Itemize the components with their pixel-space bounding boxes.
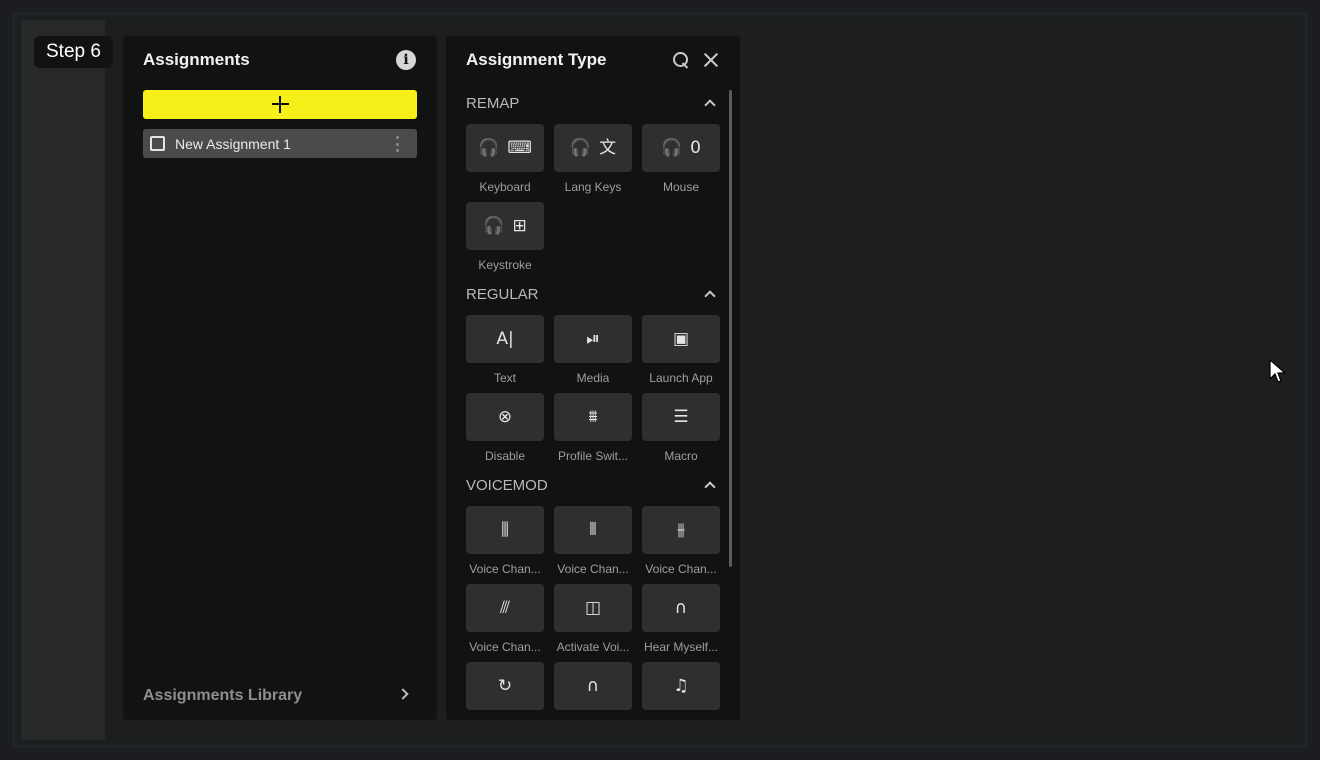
- tile-voice-change-off[interactable]: ⫻: [466, 584, 544, 632]
- tile-label: Keystroke: [478, 258, 532, 272]
- assignment-item[interactable]: New Assignment 1: [143, 129, 417, 158]
- tile-label: Voice Chan...: [469, 562, 541, 576]
- play-pause-icon: ⏯: [586, 328, 600, 349]
- voice-activate-icon: ◫: [584, 597, 602, 618]
- tile-lang-keys[interactable]: 🎧 文: [554, 124, 632, 172]
- tile-headphones-x[interactable]: ∩: [554, 662, 632, 710]
- tile-media[interactable]: ⏯: [554, 315, 632, 363]
- assignment-type-title: Assignment Type: [466, 50, 607, 69]
- plus-icon: [271, 96, 289, 113]
- tile-headphones-refresh[interactable]: ↻: [466, 662, 544, 710]
- section-title: REMAP: [466, 95, 520, 112]
- section-title: VOICEMOD: [466, 477, 548, 494]
- info-icon[interactable]: i: [396, 50, 416, 70]
- tile-label: Media: [576, 371, 610, 385]
- scrollbar[interactable]: [729, 90, 732, 567]
- profile-stack-icon: ⩩: [588, 406, 598, 427]
- tile-text[interactable]: A|: [466, 315, 544, 363]
- headphones-x-icon: ∩: [586, 675, 600, 696]
- tile-keystroke[interactable]: 🎧 ⊞: [466, 202, 544, 250]
- close-icon[interactable]: [702, 51, 720, 69]
- tile-label: Voice Chan...: [469, 640, 541, 654]
- tile-disable[interactable]: ⊗: [466, 393, 544, 441]
- tile-voice-change[interactable]: ⦀: [554, 506, 632, 554]
- tile-label: Voice Chan...: [645, 562, 717, 576]
- list-icon: ☰: [673, 406, 689, 427]
- section-title: REGULAR: [466, 286, 539, 303]
- text-cursor-icon: A|: [496, 328, 514, 349]
- tile-label: Text: [493, 371, 516, 385]
- tile-label: Launch App: [649, 371, 713, 385]
- headphones-icon: ∩: [674, 597, 688, 618]
- tile-label: Hear Myself...: [643, 640, 718, 654]
- assignment-type-panel: Assignment Type REMAP 🎧 ⌨ Keyboard 🎧 文 L…: [446, 36, 740, 720]
- translate-icon: 文: [599, 137, 617, 158]
- tile-music[interactable]: ♫: [642, 662, 720, 710]
- tile-launch-app[interactable]: ▣: [642, 315, 720, 363]
- chevron-right-icon: [397, 688, 409, 700]
- tile-hear-myself[interactable]: ∩: [642, 584, 720, 632]
- circle-x-icon: ⊗: [497, 406, 513, 427]
- headset-icon: 🎧: [478, 137, 500, 158]
- kebab-menu-icon[interactable]: [395, 136, 399, 152]
- step-badge: Step 6: [34, 36, 113, 68]
- headset-icon: 🎧: [661, 137, 683, 158]
- section-header-voicemod[interactable]: VOICEMOD: [466, 477, 720, 497]
- assignments-library-link[interactable]: Assignments Library: [143, 686, 417, 706]
- assignments-title: Assignments: [143, 50, 250, 69]
- app-window-icon: ▣: [672, 328, 690, 349]
- keystroke-icon: ⊞: [512, 215, 527, 236]
- search-icon[interactable]: [672, 51, 690, 69]
- left-sidebar-strip: [21, 20, 105, 740]
- headphones-refresh-icon: ↻: [497, 675, 513, 696]
- tile-voice-change-add[interactable]: ⫼: [466, 506, 544, 554]
- headset-icon: 🎧: [569, 137, 592, 158]
- chevron-up-icon: [704, 481, 716, 493]
- tile-label: Keyboard: [479, 180, 531, 194]
- tile-profile-switch[interactable]: ⩩: [554, 393, 632, 441]
- mouse-icon: 0: [690, 137, 701, 158]
- mouse-cursor-icon: [1269, 359, 1287, 383]
- voice-off-icon: ⫻: [499, 597, 511, 618]
- add-assignment-button[interactable]: [143, 90, 417, 119]
- tile-macro[interactable]: ☰: [642, 393, 720, 441]
- voice-bars-icon: ⦀: [589, 519, 597, 540]
- tile-label: Mouse: [662, 180, 700, 194]
- tile-label: Voice Chan...: [557, 562, 629, 576]
- headset-icon: 🎧: [483, 215, 505, 236]
- tile-label: Activate Voi...: [556, 640, 630, 654]
- assignment-checkbox[interactable]: [150, 136, 165, 151]
- assignments-library-label: Assignments Library: [143, 687, 303, 704]
- tile-mouse[interactable]: 🎧 0: [642, 124, 720, 172]
- section-header-remap[interactable]: REMAP: [466, 95, 720, 115]
- voice-add-icon: ⫼: [501, 519, 509, 540]
- tile-activate-voice[interactable]: ◫: [554, 584, 632, 632]
- tile-label: Profile Swit...: [557, 449, 629, 463]
- assignment-item-label: New Assignment 1: [175, 135, 291, 152]
- tile-label: Macro: [664, 449, 698, 463]
- section-header-regular[interactable]: REGULAR: [466, 286, 720, 306]
- tile-label: Lang Keys: [564, 180, 622, 194]
- chevron-up-icon: [704, 99, 716, 111]
- chevron-up-icon: [704, 290, 716, 302]
- tile-label: Disable: [484, 449, 526, 463]
- music-note-icon: ♫: [673, 675, 689, 696]
- voice-down-icon: ⫵: [677, 519, 685, 540]
- tile-keyboard[interactable]: 🎧 ⌨: [466, 124, 544, 172]
- assignments-panel: Assignments i New Assignment 1 Assignmen…: [123, 36, 437, 720]
- tile-voice-change-down[interactable]: ⫵: [642, 506, 720, 554]
- keyboard-icon: ⌨: [507, 137, 532, 158]
